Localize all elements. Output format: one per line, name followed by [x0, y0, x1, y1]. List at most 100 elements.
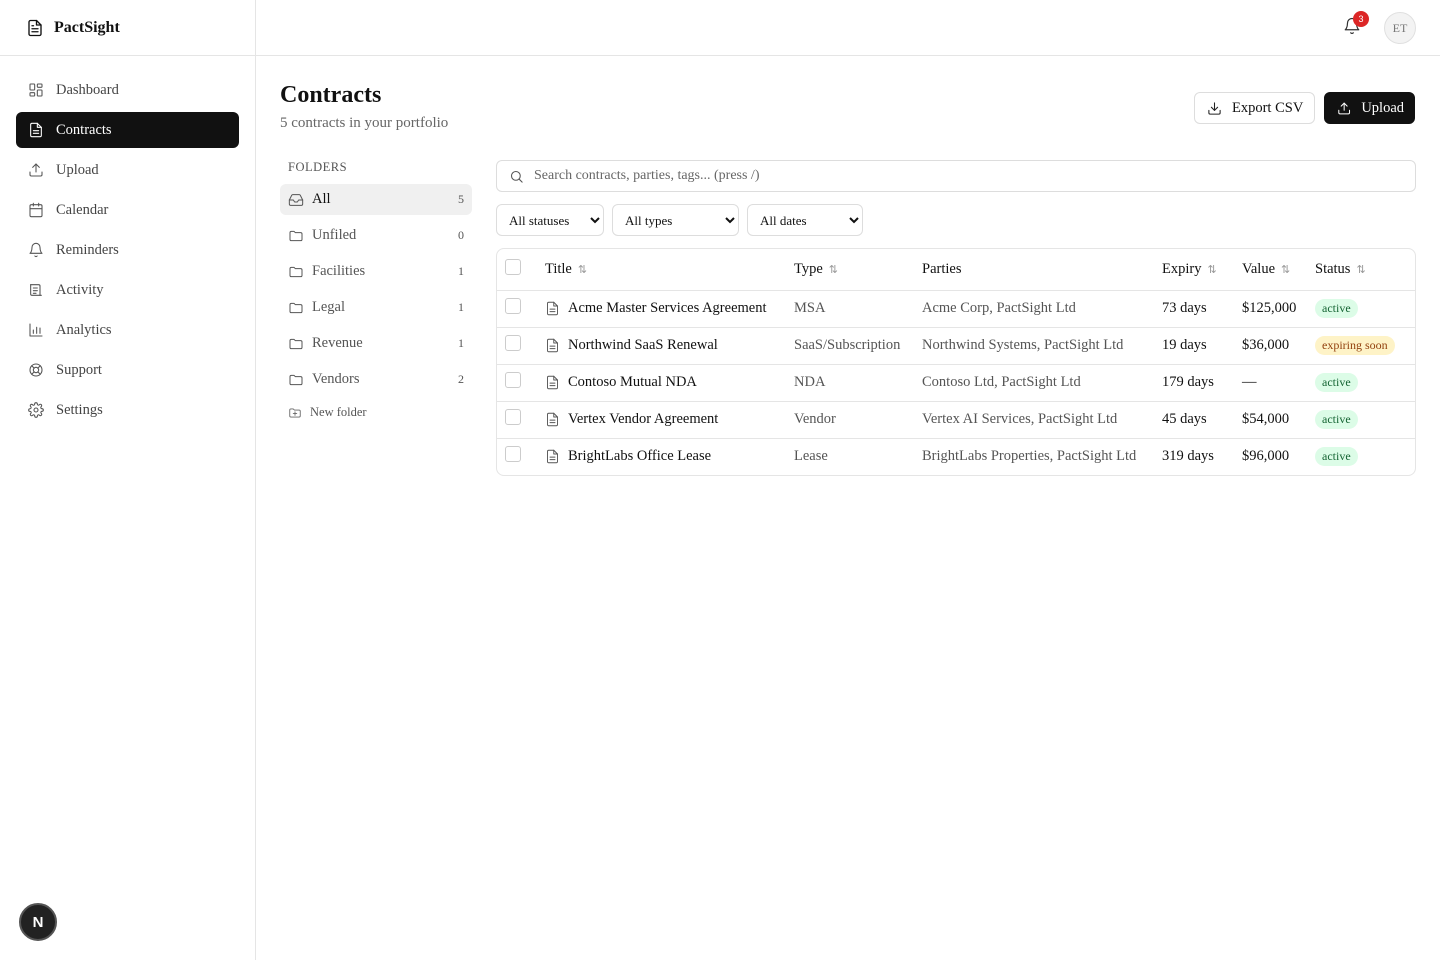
table-row[interactable]: Acme Master Services Agreement MSA Acme … — [497, 290, 1415, 328]
sidebar-item-label: Contracts — [56, 121, 112, 138]
folder-count: 0 — [458, 228, 464, 242]
sidebar-item-analytics[interactable]: Analytics — [16, 312, 239, 348]
sidebar-item-support[interactable]: Support — [16, 352, 239, 388]
sidebar-item-reminders[interactable]: Reminders — [16, 232, 239, 268]
table-row[interactable]: Contoso Mutual NDA NDA Contoso Ltd, Pact… — [497, 364, 1415, 402]
sidebar-item-label: Reminders — [56, 241, 119, 258]
folder-vendors[interactable]: Vendors 2 — [280, 364, 472, 395]
column-header-type[interactable]: Type ⇅ — [794, 249, 922, 291]
contract-parties: Acme Corp, PactSight Ltd — [922, 290, 1162, 328]
document-logo-icon — [28, 19, 42, 36]
contract-value: $36,000 — [1242, 327, 1315, 365]
folder-label: All — [312, 191, 331, 207]
contract-title-link[interactable]: Vertex Vendor Agreement — [568, 411, 718, 428]
sidebar-item-label: Settings — [56, 401, 103, 418]
calendar-icon — [29, 202, 43, 218]
row-checkbox[interactable] — [505, 372, 521, 388]
type-filter-select[interactable]: All types — [612, 204, 739, 236]
contract-parties: Vertex AI Services, PactSight Ltd — [922, 401, 1162, 439]
folder-all[interactable]: All 5 — [280, 184, 472, 215]
column-header-title[interactable]: Title ⇅ — [545, 249, 794, 291]
contract-parties: Contoso Ltd, PactSight Ltd — [922, 364, 1162, 402]
folder-label: Unfiled — [312, 227, 357, 243]
contract-title-link[interactable]: BrightLabs Office Lease — [568, 448, 711, 465]
sidebar-item-calendar[interactable]: Calendar — [16, 192, 239, 228]
sidebar-item-upload[interactable]: Upload — [16, 152, 239, 188]
contract-type: Lease — [794, 448, 828, 465]
row-checkbox[interactable] — [505, 335, 521, 351]
sidebar-item-label: Analytics — [56, 321, 112, 338]
select-all-checkbox[interactable] — [505, 258, 521, 275]
dashboard-icon — [29, 83, 43, 97]
export-csv-button[interactable]: Export CSV — [1194, 92, 1315, 124]
document-icon — [30, 122, 42, 138]
folder-revenue[interactable]: Revenue 1 — [280, 328, 472, 359]
status-badge: active — [1315, 410, 1358, 429]
gear-icon — [28, 402, 44, 418]
column-title-label: Title — [545, 260, 572, 277]
export-csv-label: Export CSV — [1232, 99, 1304, 116]
table-header-row: Title ⇅ Type ⇅ Parties Expiry ⇅ Value ⇅ Stat… — [497, 249, 1415, 291]
contract-type: NDA — [794, 364, 922, 402]
folder-unfiled[interactable]: Unfiled 0 — [280, 220, 472, 251]
sidebar-item-settings[interactable]: Settings — [16, 392, 239, 428]
brand[interactable]: PactSight — [0, 0, 255, 56]
contract-parties: BrightLabs Properties, PactSight Ltd — [922, 448, 1137, 465]
sort-icon: ⇅ — [828, 262, 838, 276]
topbar: 3 ET — [256, 0, 1440, 56]
contract-title-link[interactable]: Northwind SaaS Renewal — [568, 337, 718, 354]
sidebar-item-dashboard[interactable]: Dashboard — [16, 72, 239, 108]
folder-list: All 5 Unfiled 0 Facilities 1 Legal 1 Rev… — [280, 184, 472, 395]
contract-type: Vendor — [794, 401, 922, 439]
bell-icon — [29, 242, 43, 258]
sidebar-item-label: Upload — [56, 161, 99, 178]
sidebar-item-label: Activity — [56, 281, 104, 298]
contract-expiry: 19 days — [1162, 327, 1242, 365]
contract-value: $96,000 — [1242, 448, 1290, 465]
row-checkbox[interactable] — [505, 298, 521, 314]
activity-icon — [30, 284, 42, 296]
folder-label: Facilities — [312, 263, 366, 279]
contract-value: $54,000 — [1242, 401, 1315, 439]
folder-facilities[interactable]: Facilities 1 — [280, 256, 472, 287]
column-header-expiry[interactable]: Expiry ⇅ — [1162, 249, 1242, 291]
table-row[interactable]: Vertex Vendor Agreement Vendor Vertex AI… — [497, 401, 1415, 439]
sidebar-item-label: Calendar — [56, 201, 109, 218]
table-row[interactable]: Northwind SaaS Renewal SaaS/Subscription… — [497, 327, 1415, 365]
folder-count: 2 — [458, 372, 464, 386]
row-checkbox[interactable] — [505, 409, 521, 425]
folder-count: 1 — [458, 300, 464, 314]
status-filter-select[interactable]: All statuses — [496, 204, 604, 236]
table-row[interactable]: BrightLabs Office Lease Lease BrightLabs… — [497, 438, 1415, 475]
sidebar-item-label: Support — [56, 361, 102, 378]
new-folder-label: New folder — [310, 405, 367, 419]
document-icon — [547, 412, 558, 427]
contract-title-link[interactable]: Acme Master Services Agreement — [568, 300, 767, 317]
contract-title-link[interactable]: Contoso Mutual NDA — [568, 374, 697, 391]
status-badge: active — [1315, 447, 1358, 467]
sort-icon: ⇅ — [1281, 262, 1291, 276]
search-input[interactable] — [534, 168, 1394, 184]
folder-count: 1 — [458, 264, 464, 278]
upload-icon — [1338, 102, 1351, 114]
contract-expiry: 45 days — [1162, 401, 1242, 439]
upload-button[interactable]: Upload — [1324, 92, 1415, 124]
folder-count: 1 — [458, 336, 464, 350]
contract-expiry: 179 days — [1162, 364, 1242, 402]
sidebar-item-activity[interactable]: Activity — [16, 272, 239, 308]
row-checkbox[interactable] — [505, 446, 521, 463]
new-folder-button[interactable]: New folder — [288, 405, 367, 420]
avatar[interactable]: ET — [1384, 12, 1416, 44]
date-filter-select[interactable]: All dates — [747, 204, 863, 236]
contract-type: MSA — [794, 290, 922, 328]
sidebar-item-contracts[interactable]: Contracts — [16, 112, 239, 148]
folder-count: 5 — [458, 192, 464, 206]
column-header-value[interactable]: Value ⇅ — [1242, 249, 1315, 291]
contract-expiry: 73 days — [1162, 290, 1242, 328]
column-header-status[interactable]: Status ⇅ — [1315, 249, 1415, 291]
column-type-label: Type — [794, 260, 823, 277]
framework-badge[interactable]: N — [19, 903, 57, 941]
folder-legal[interactable]: Legal 1 — [280, 292, 472, 323]
column-header-parties: Parties — [922, 249, 1162, 291]
page-subtitle: 5 contracts in your portfolio — [280, 115, 449, 131]
